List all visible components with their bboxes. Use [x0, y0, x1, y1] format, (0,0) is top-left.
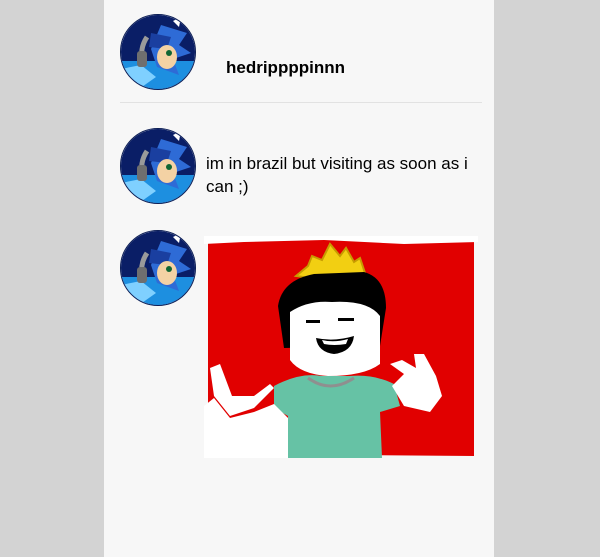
message-text: im in brazil but visiting as soon as i c… — [206, 154, 468, 196]
message-avatar[interactable] — [120, 128, 196, 204]
sonic-avatar-icon — [121, 15, 195, 89]
username[interactable]: hedrippppinnn — [226, 58, 345, 78]
sonic-avatar-icon — [121, 231, 195, 305]
divider — [120, 102, 482, 103]
chat-panel: hedrippppinnn im in brazil but visiting … — [104, 0, 494, 557]
sonic-avatar-icon — [121, 129, 195, 203]
message-avatar[interactable] — [120, 230, 196, 306]
avatar[interactable] — [120, 14, 196, 90]
profile-header[interactable]: hedrippppinnn — [120, 14, 480, 102]
pixel-art-character-image — [204, 236, 478, 458]
message-image[interactable] — [204, 236, 478, 458]
